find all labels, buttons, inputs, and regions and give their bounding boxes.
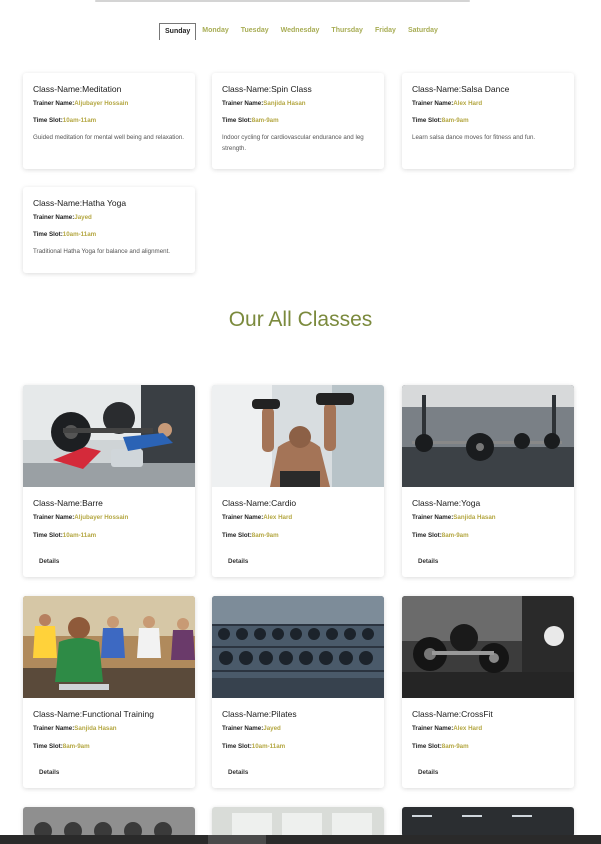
class-photo [212, 807, 384, 837]
dumbbell-rack-photo [212, 596, 384, 698]
trainer-name: Trainer Name:Jayed [33, 214, 92, 221]
class-name: Class-Name:Salsa Dance [412, 84, 510, 94]
day-tabs: Sunday Monday Tuesday Wednesday Thursday… [159, 22, 444, 40]
time-slot: Time Slot:8am-9am [412, 743, 469, 750]
trainer-name: Trainer Name:Alex Hard [412, 100, 483, 107]
trainer-name: Trainer Name:Jayed [222, 725, 281, 732]
details-button[interactable]: Details [222, 556, 254, 567]
class-name: Class-Name:CrossFit [412, 709, 493, 719]
details-button[interactable]: Details [222, 767, 254, 778]
class-card[interactable]: Class-Name:Cardio Trainer Name:Alex Hard… [212, 385, 384, 577]
class-name: Class-Name:Yoga [412, 498, 481, 508]
trainer-name: Trainer Name:Aljubayer Hossain [33, 514, 129, 521]
class-card[interactable]: Class-Name:CrossFit Trainer Name:Alex Ha… [402, 596, 574, 788]
gym-barbells-photo [402, 385, 574, 487]
class-name: Class-Name:Meditation [33, 84, 122, 94]
class-name: Class-Name:Functional Training [33, 709, 154, 719]
schedule-card: Class-Name:Salsa Dance Trainer Name:Alex… [402, 73, 574, 169]
class-name: Class-Name:Spin Class [222, 84, 312, 94]
class-name: Class-Name:Barre [33, 498, 103, 508]
schedule-card: Class-Name:Meditation Trainer Name:Aljub… [23, 73, 195, 169]
schedule-card: Class-Name:Spin Class Trainer Name:Sanji… [212, 73, 384, 169]
time-slot: Time Slot:10am-11am [33, 231, 97, 238]
tab-friday[interactable]: Friday [369, 23, 402, 39]
class-card[interactable] [212, 807, 384, 837]
time-slot: Time Slot:8am-9am [412, 532, 469, 539]
class-card[interactable]: Class-Name:Functional Training Trainer N… [23, 596, 195, 788]
dumbbells-floor-photo [402, 596, 574, 698]
class-name: Class-Name:Hatha Yoga [33, 198, 127, 208]
schedule-card: Class-Name:Hatha Yoga Trainer Name:Jayed… [23, 187, 195, 273]
top-divider [95, 0, 470, 2]
trainer-name: Trainer Name:Sanjida Hasan [33, 725, 117, 732]
time-slot: Time Slot:8am-9am [222, 532, 279, 539]
details-button[interactable]: Details [33, 767, 65, 778]
class-name: Class-Name:Pilates [222, 709, 297, 719]
horizontal-scrollbar[interactable] [0, 835, 601, 844]
tab-wednesday[interactable]: Wednesday [275, 23, 326, 39]
time-slot: Time Slot:10am-11am [33, 117, 97, 124]
time-slot: Time Slot:10am-11am [33, 532, 97, 539]
class-card[interactable]: Class-Name:Yoga Trainer Name:Sanjida Has… [402, 385, 574, 577]
details-button[interactable]: Details [412, 767, 444, 778]
class-card[interactable] [402, 807, 574, 837]
trainer-name: Trainer Name:Alex Hard [222, 514, 293, 521]
class-description: Indoor cycling for cardiovascular endura… [222, 134, 364, 152]
trainer-name: Trainer Name:Sanjida Hasan [412, 514, 496, 521]
spin-class-photo [23, 596, 195, 698]
time-slot: Time Slot:10am-11am [222, 743, 286, 750]
tab-sunday[interactable]: Sunday [159, 22, 197, 40]
class-photo [402, 807, 574, 837]
class-card[interactable]: Class-Name:Pilates Trainer Name:Jayed Ti… [212, 596, 384, 788]
tab-tuesday[interactable]: Tuesday [235, 23, 275, 39]
dumbbell-press-photo [212, 385, 384, 487]
details-button[interactable]: Details [33, 556, 65, 567]
class-description: Traditional Hatha Yoga for balance and a… [33, 248, 171, 255]
tab-monday[interactable]: Monday [196, 23, 234, 39]
class-description: Guided meditation for mental well being … [33, 134, 184, 141]
class-photo [23, 807, 195, 837]
class-card[interactable]: Class-Name:Barre Trainer Name:Aljubayer … [23, 385, 195, 577]
time-slot: Time Slot:8am-9am [222, 117, 279, 124]
details-button[interactable]: Details [412, 556, 444, 567]
tab-thursday[interactable]: Thursday [325, 23, 369, 39]
time-slot: Time Slot:8am-9am [33, 743, 90, 750]
barre-workout-photo [23, 385, 195, 487]
class-name: Class-Name:Cardio [222, 498, 297, 508]
class-card[interactable] [23, 807, 195, 837]
trainer-name: Trainer Name:Aljubayer Hossain [33, 100, 129, 107]
class-description: Learn salsa dance moves for fitness and … [412, 134, 536, 141]
tab-saturday[interactable]: Saturday [402, 23, 444, 39]
trainer-name: Trainer Name:Alex Hard [412, 725, 483, 732]
trainer-name: Trainer Name:Sanjida Hasan [222, 100, 306, 107]
time-slot: Time Slot:8am-9am [412, 117, 469, 124]
section-title: Our All Classes [228, 308, 373, 331]
scrollbar-thumb[interactable] [208, 835, 266, 844]
